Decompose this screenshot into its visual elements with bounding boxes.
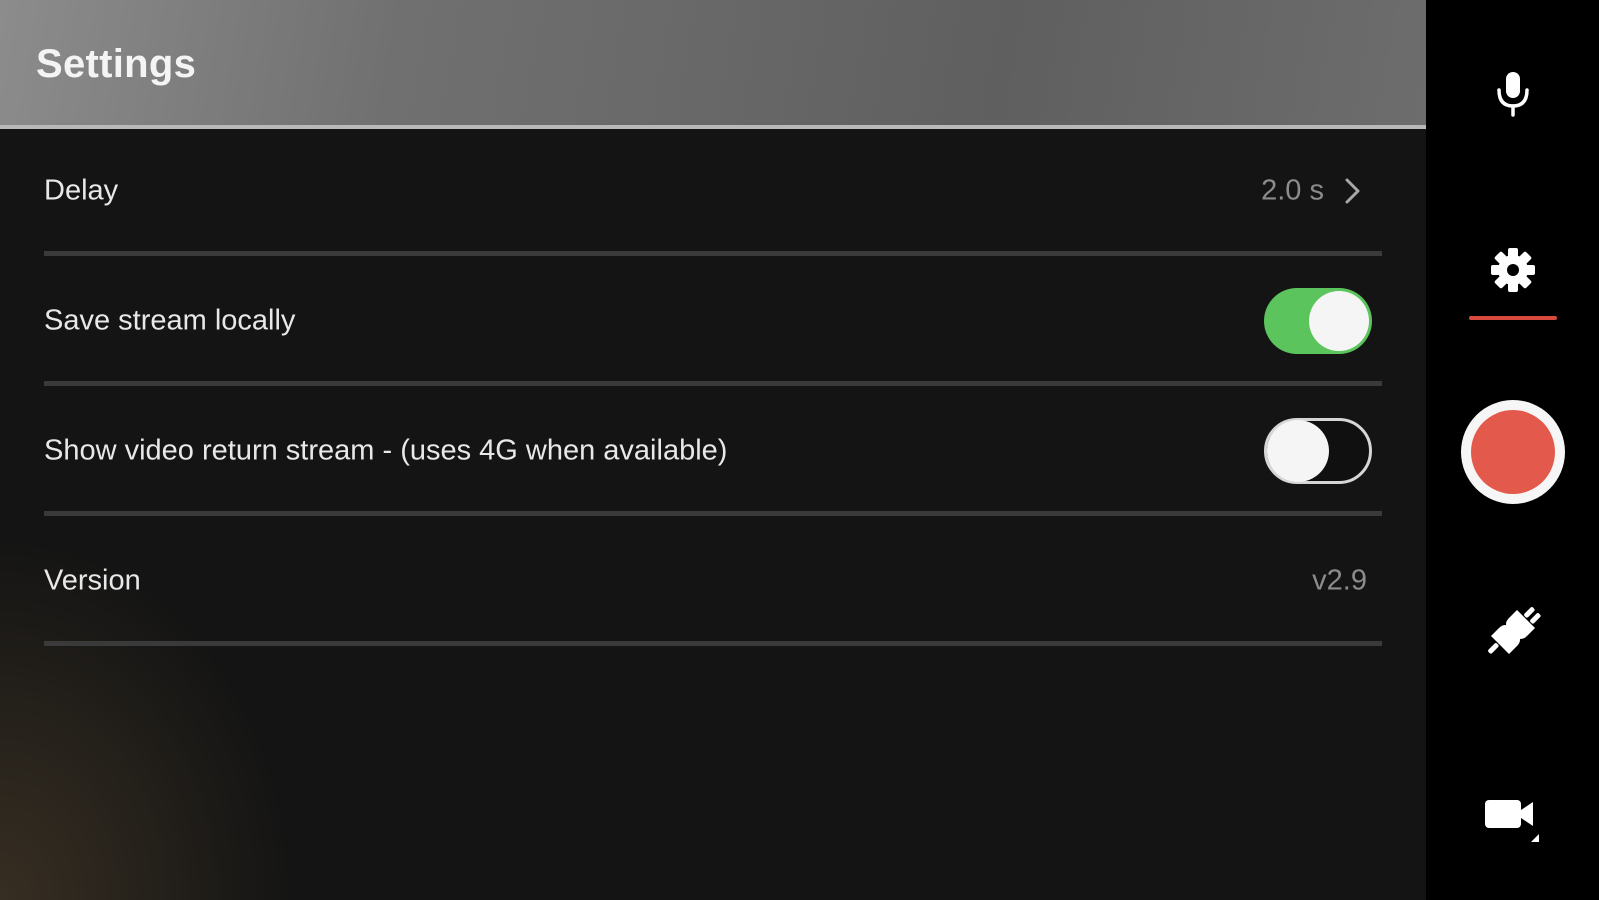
video-return-label: Show video return stream - (uses 4G when… — [44, 434, 728, 466]
connection-button[interactable] — [1481, 600, 1545, 664]
video-return-toggle[interactable] — [1264, 417, 1372, 484]
microphone-button[interactable] — [1483, 64, 1543, 124]
side-toolbar — [1426, 0, 1599, 900]
plug-icon — [1487, 607, 1541, 654]
page-title: Settings — [36, 42, 197, 86]
save-stream-row: Save stream locally — [44, 260, 1382, 386]
delay-label: Delay — [44, 174, 119, 206]
settings-button[interactable] — [1483, 240, 1543, 300]
toggle-knob — [1309, 290, 1369, 351]
delay-row[interactable]: Delay 2.0 s — [44, 130, 1382, 256]
version-label: Version — [44, 564, 141, 596]
chevron-right-icon — [1345, 178, 1360, 203]
save-stream-label: Save stream locally — [44, 304, 296, 336]
delay-value: 2.0 s — [1261, 174, 1324, 206]
microphone-icon — [1496, 72, 1529, 117]
app-screen: Settings Delay 2.0 s Save stream locally… — [0, 0, 1599, 900]
settings-list: Delay 2.0 s Save stream locally Show vid… — [44, 130, 1382, 650]
record-icon — [1470, 410, 1555, 494]
settings-panel: Settings Delay 2.0 s Save stream locally… — [0, 0, 1426, 900]
save-stream-toggle[interactable] — [1264, 287, 1372, 354]
settings-header: Settings — [0, 0, 1426, 129]
selected-tab-indicator — [1469, 316, 1557, 320]
video-camera-icon — [1484, 800, 1539, 842]
video-return-row: Show video return stream - (uses 4G when… — [44, 390, 1382, 516]
toggle-knob — [1267, 419, 1329, 482]
record-button[interactable] — [1460, 400, 1565, 504]
version-value: v2.9 — [1312, 564, 1367, 596]
gear-icon — [1490, 248, 1535, 292]
version-row: Version v2.9 — [44, 520, 1382, 646]
camera-button[interactable] — [1477, 780, 1549, 852]
